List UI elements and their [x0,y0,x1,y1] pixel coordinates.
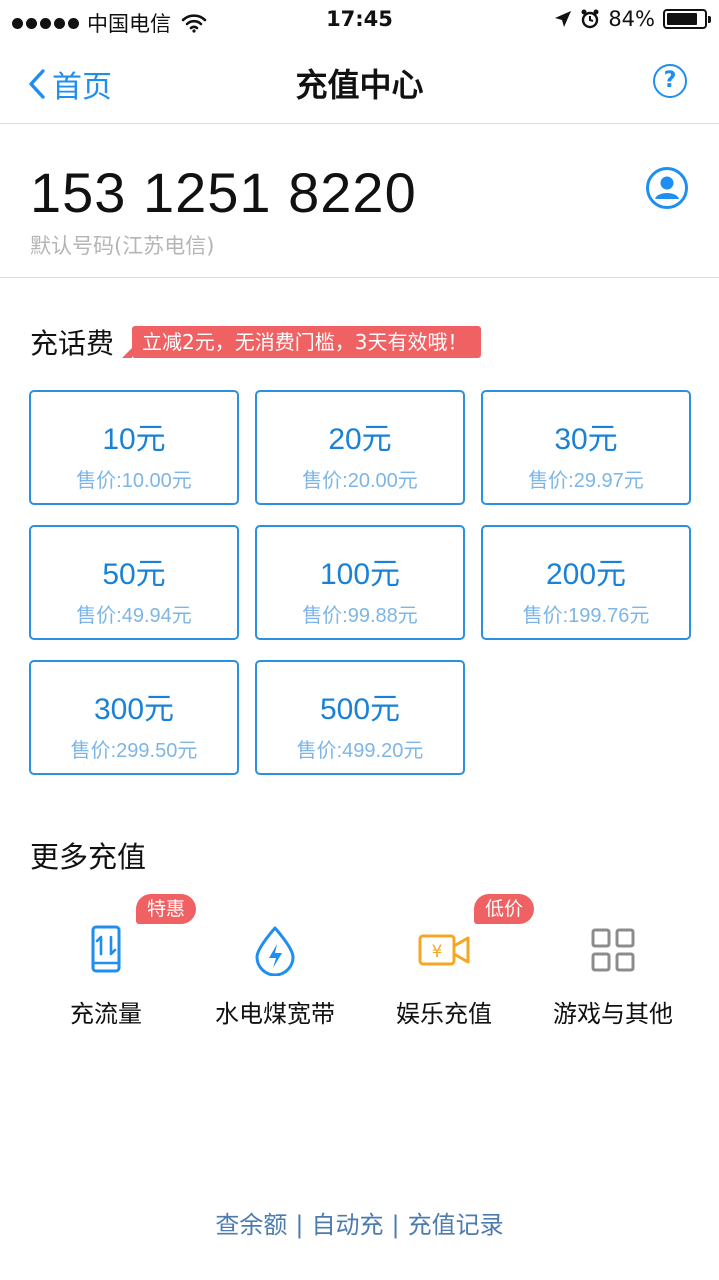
battery-percent: 84% [608,7,655,31]
option-amount: 100元 [319,558,401,591]
option-amount: 300元 [93,693,175,726]
footer-links: 查余额 | 自动充 | 充值记录 [0,1205,719,1240]
help-icon[interactable]: ? [653,64,687,98]
battery-icon [663,9,711,29]
more-item-utilities[interactable]: 水电煤宽带 [185,900,365,1040]
phone-section: 153 1251 8220 默认号码(江苏电信) [0,124,719,278]
more-item-label: 充流量 [70,1000,142,1028]
more-item-label: 水电煤宽带 [215,1000,335,1028]
recharge-option-500[interactable]: 500元 售价:499.20元 [255,660,465,775]
option-amount: 200元 [545,558,627,591]
recharge-option-30[interactable]: 30元 售价:29.97元 [481,390,691,505]
water-drop-bolt-icon [255,926,295,976]
more-item-label: 游戏与其他 [553,1000,673,1028]
recharge-option-200[interactable]: 200元 售价:199.76元 [481,525,691,640]
recharge-options: 10元 售价:10.00元 20元 售价:20.00元 30元 售价:29.97… [29,390,691,775]
more-title: 更多充值 [30,840,147,874]
contact-icon[interactable] [645,166,689,210]
page-title: 充值中心 [295,66,424,104]
recharge-option-50[interactable]: 50元 售价:49.94元 [29,525,239,640]
status-right: 84% [554,7,711,31]
option-price: 售价:49.94元 [76,605,192,627]
recharge-title: 充话费 [30,327,115,360]
footer-separator: | [391,1211,400,1239]
option-amount: 500元 [319,693,401,726]
recharge-option-10[interactable]: 10元 售价:10.00元 [29,390,239,505]
option-price: 售价:10.00元 [76,470,192,492]
alarm-clock-icon [581,9,599,29]
nav-bar: 首页 充值中心 ? [0,40,719,124]
recharge-option-20[interactable]: 20元 售价:20.00元 [255,390,465,505]
option-price: 售价:299.50元 [70,740,198,762]
auto-recharge-link[interactable]: 自动充 [312,1211,384,1239]
recharge-option-300[interactable]: 300元 售价:299.50元 [29,660,239,775]
option-price: 售价:199.76元 [522,605,650,627]
recharge-header: 充话费 立减2元，无消费门槛，3天有效哦！ [30,322,482,362]
option-price: 售价:20.00元 [302,470,418,492]
option-price: 售价:499.20元 [296,740,424,762]
phone-number[interactable]: 153 1251 8220 [30,160,417,225]
more-options: 特惠 充流量 水电煤宽带 ¥ 低价 娱乐充值 游戏与其他 [0,894,719,1040]
more-item-games[interactable]: 游戏与其他 [523,900,703,1040]
recharge-history-link[interactable]: 充值记录 [408,1211,504,1239]
option-amount: 30元 [554,423,618,456]
promo-badge: 立减2元，无消费门槛，3天有效哦！ [122,326,482,358]
option-price: 售价:29.97元 [528,470,644,492]
status-bar: 中国电信 17:45 84% [0,0,719,40]
more-item-data[interactable]: 特惠 充流量 [16,894,196,1040]
option-amount: 20元 [328,423,392,456]
location-arrow-icon [555,11,572,27]
grid-icon [591,928,635,972]
option-amount: 50元 [102,558,166,591]
battery-fill [667,13,698,25]
more-item-label: 娱乐充值 [396,1000,492,1028]
option-amount: 10元 [102,423,166,456]
svg-text:¥: ¥ [432,942,443,962]
check-balance-link[interactable]: 查余额 [215,1211,287,1239]
footer-separator: | [295,1211,304,1239]
option-price: 售价:99.88元 [302,605,418,627]
phone-data-icon [91,925,121,973]
more-item-entertainment[interactable]: ¥ 低价 娱乐充值 [354,894,534,1040]
video-yuan-icon: ¥ [418,934,470,966]
recharge-option-100[interactable]: 100元 售价:99.88元 [255,525,465,640]
phone-subtitle: 默认号码(江苏电信) [30,234,215,258]
